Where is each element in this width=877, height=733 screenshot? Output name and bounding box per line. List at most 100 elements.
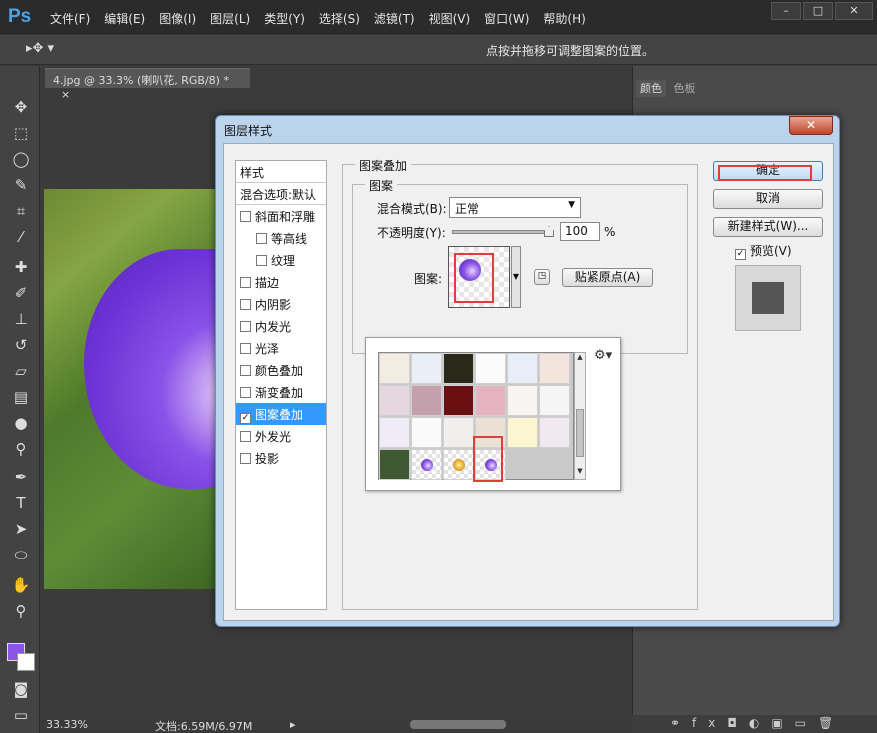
gradient-tool-icon[interactable]: ▤ xyxy=(10,386,32,408)
dodge-tool-icon[interactable]: ⚲ xyxy=(10,438,32,460)
style-item[interactable]: 颜色叠加 xyxy=(236,359,326,381)
cancel-button[interactable]: 取消 xyxy=(713,189,823,209)
move-tool-icon[interactable]: ✥ xyxy=(10,96,32,118)
pen-tool-icon[interactable]: ✒ xyxy=(10,466,32,488)
style-item[interactable]: 光泽 xyxy=(236,337,326,359)
pattern-swatch[interactable] xyxy=(539,417,570,448)
pattern-swatch[interactable] xyxy=(379,417,410,448)
style-item[interactable]: ✓ 图案叠加 xyxy=(236,403,326,425)
pattern-dropdown-button[interactable]: ▼ xyxy=(511,246,521,308)
new-style-button[interactable]: 新建样式(W)... xyxy=(713,217,823,237)
gear-icon[interactable]: ⚙▾ xyxy=(594,348,612,363)
pattern-swatch[interactable] xyxy=(379,385,410,416)
pattern-swatch[interactable] xyxy=(475,385,506,416)
checkbox-icon[interactable] xyxy=(240,431,251,442)
pattern-swatch[interactable] xyxy=(443,385,474,416)
opacity-input[interactable]: 100 xyxy=(560,222,600,241)
checked-icon[interactable]: ✓ xyxy=(240,413,251,424)
pattern-swatch[interactable] xyxy=(411,385,442,416)
tab-color[interactable]: 颜色 xyxy=(636,80,666,97)
maximize-button[interactable]: □ xyxy=(803,2,833,20)
styles-header[interactable]: 样式 xyxy=(236,161,326,183)
scroll-down-icon[interactable]: ▼ xyxy=(574,467,586,479)
pattern-thumbnail[interactable] xyxy=(448,246,510,308)
menu-edit[interactable]: 编辑(E) xyxy=(104,10,145,27)
style-item[interactable]: 投影 xyxy=(236,447,326,469)
dialog-close-button[interactable]: ✕ xyxy=(789,116,833,135)
pattern-swatch[interactable] xyxy=(473,436,506,482)
checkbox-icon[interactable] xyxy=(240,365,251,376)
stamp-tool-icon[interactable]: ⊥ xyxy=(10,308,32,330)
scroll-thumb[interactable] xyxy=(576,409,584,457)
crop-tool-icon[interactable]: ⌗ xyxy=(10,200,32,222)
opacity-slider-track[interactable] xyxy=(452,230,554,234)
checkbox-icon[interactable] xyxy=(256,233,267,244)
horizontal-scrollbar[interactable] xyxy=(410,720,506,729)
pattern-swatch[interactable] xyxy=(443,417,474,448)
menu-window[interactable]: 窗口(W) xyxy=(484,10,529,27)
style-item[interactable]: 内阴影 xyxy=(236,293,326,315)
quick-mask-icon[interactable]: ◙ xyxy=(10,678,32,700)
history-brush-tool-icon[interactable]: ↺ xyxy=(10,334,32,356)
pattern-swatch[interactable] xyxy=(507,385,538,416)
preview-checkbox[interactable]: ✓ 预览(V) xyxy=(735,242,792,260)
lasso-tool-icon[interactable]: ◯ xyxy=(10,148,32,170)
zoom-tool-icon[interactable]: ⚲ xyxy=(10,600,32,622)
menu-help[interactable]: 帮助(H) xyxy=(543,10,585,27)
snap-origin-button[interactable]: 贴紧原点(A) xyxy=(562,268,653,287)
style-item[interactable]: 斜面和浮雕 xyxy=(236,205,326,227)
quick-select-tool-icon[interactable]: ✎ xyxy=(10,174,32,196)
document-tab-close-icon[interactable]: × xyxy=(61,88,70,101)
checkbox-icon[interactable] xyxy=(240,321,251,332)
screen-mode-icon[interactable]: ▭ xyxy=(10,704,32,726)
path-select-tool-icon[interactable]: ➤ xyxy=(10,518,32,540)
menu-image[interactable]: 图像(I) xyxy=(159,10,196,27)
pattern-swatch[interactable] xyxy=(411,449,442,480)
style-item[interactable]: 内发光 xyxy=(236,315,326,337)
blur-tool-icon[interactable]: ● xyxy=(10,412,32,434)
background-color-swatch[interactable] xyxy=(17,653,35,671)
document-canvas[interactable] xyxy=(44,189,218,589)
tab-swatches[interactable]: 色板 xyxy=(670,80,700,97)
healing-brush-tool-icon[interactable]: ✚ xyxy=(10,256,32,278)
style-item[interactable]: 外发光 xyxy=(236,425,326,447)
style-item[interactable]: 等高线 xyxy=(236,227,326,249)
checkbox-icon[interactable] xyxy=(240,453,251,464)
picker-scrollbar[interactable]: ▲ ▼ xyxy=(574,352,586,480)
checkbox-icon[interactable] xyxy=(240,277,251,288)
pattern-swatch[interactable] xyxy=(475,353,506,384)
blending-options-item[interactable]: 混合选项:默认 xyxy=(236,183,326,205)
menu-view[interactable]: 视图(V) xyxy=(429,10,471,27)
type-tool-icon[interactable]: T xyxy=(10,492,32,514)
move-tool-icon[interactable]: ▸✥ ▾ xyxy=(26,41,54,56)
pattern-swatch[interactable] xyxy=(411,417,442,448)
menu-type[interactable]: 类型(Y) xyxy=(264,10,305,27)
checkbox-icon[interactable] xyxy=(240,299,251,310)
close-app-button[interactable]: ✕ xyxy=(835,2,873,20)
pattern-swatch[interactable] xyxy=(443,449,474,480)
hand-tool-icon[interactable]: ✋ xyxy=(10,574,32,596)
layer-actions-icons[interactable]: ⚭fx◘◐▣▭🗑 xyxy=(670,716,845,730)
style-item[interactable]: 描边 xyxy=(236,271,326,293)
checkbox-icon[interactable] xyxy=(240,343,251,354)
pattern-swatch[interactable] xyxy=(539,353,570,384)
new-preset-icon[interactable]: ◳ xyxy=(534,269,550,285)
menu-select[interactable]: 选择(S) xyxy=(319,10,360,27)
pattern-swatch[interactable] xyxy=(379,353,410,384)
pattern-swatch[interactable] xyxy=(411,353,442,384)
zoom-level[interactable]: 33.33% xyxy=(46,718,88,731)
marquee-tool-icon[interactable]: ⬚ xyxy=(10,122,32,144)
pattern-swatch[interactable] xyxy=(507,353,538,384)
menu-filter[interactable]: 滤镜(T) xyxy=(374,10,415,27)
scroll-up-icon[interactable]: ▲ xyxy=(574,353,586,365)
status-arrow-icon[interactable]: ▸ xyxy=(290,718,296,731)
pattern-swatch[interactable] xyxy=(539,385,570,416)
pattern-swatch[interactable] xyxy=(443,353,474,384)
style-item[interactable]: 渐变叠加 xyxy=(236,381,326,403)
pattern-swatch[interactable] xyxy=(507,417,538,448)
checkbox-icon[interactable] xyxy=(240,387,251,398)
checkbox-icon[interactable] xyxy=(256,255,267,266)
menu-layer[interactable]: 图层(L) xyxy=(210,10,250,27)
shape-tool-icon[interactable]: ⬭ xyxy=(10,544,32,566)
minimize-button[interactable]: – xyxy=(771,2,801,20)
